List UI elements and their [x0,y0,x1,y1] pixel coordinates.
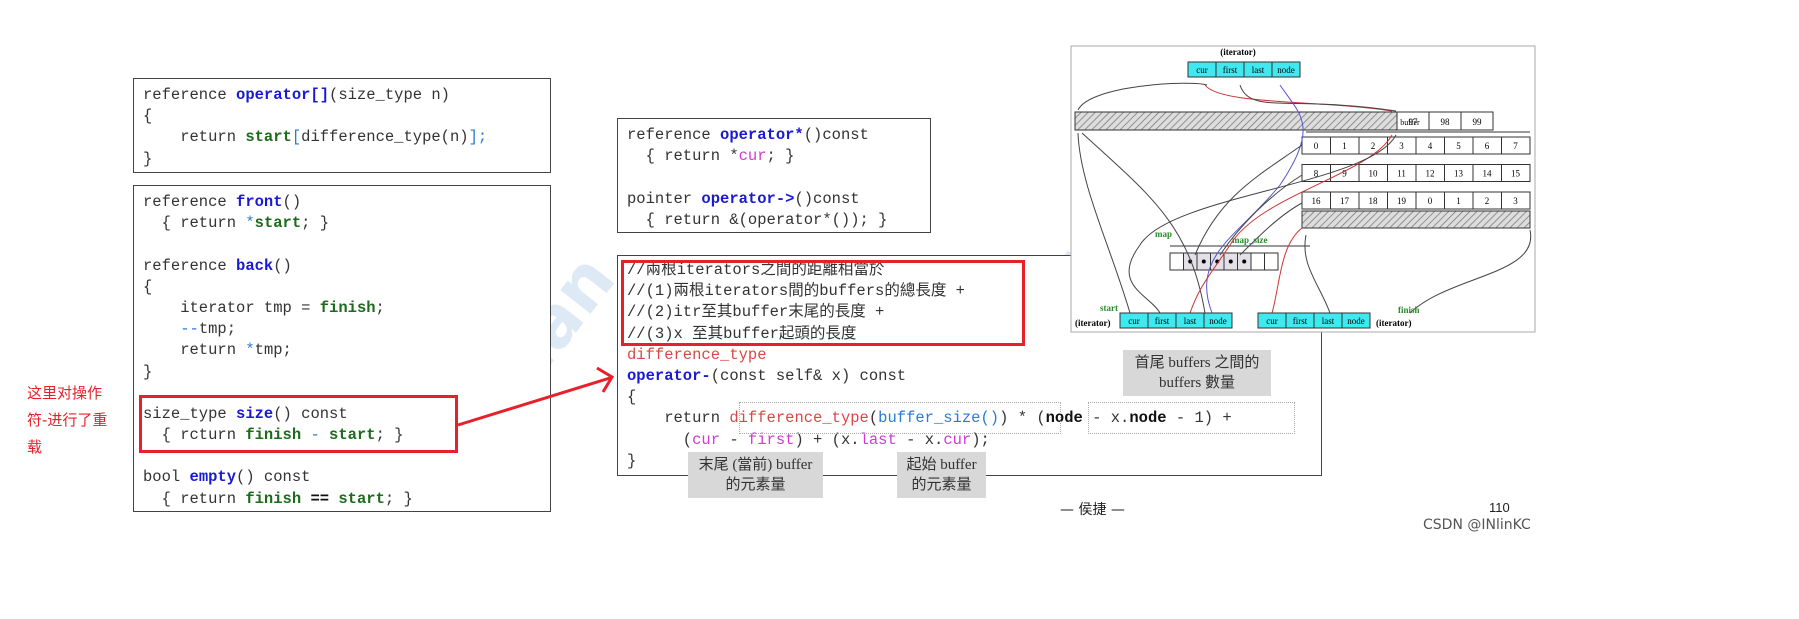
iterator-field-node: node [1347,316,1365,326]
page-number: 110 [1489,500,1510,515]
iterator-label: (iterator) [1220,47,1255,57]
callout-line: buffers 數量 [1159,375,1235,391]
iterator-field-first: first [1293,316,1308,326]
start-label: start [1100,303,1118,313]
buffer-label: buffer [1400,118,1420,127]
buffer-value: 99 [1473,117,1483,127]
buffer-value: 6 [1485,141,1490,151]
map-cell [1250,252,1265,271]
callout-line: 的元素量 [911,477,972,493]
start-iterator-fields: cur first last node [1119,312,1233,329]
deque-diagram: (iterator) cur first last node 97 98 99 buffe… [1070,45,1536,333]
buffer-value: 2 [1485,196,1490,206]
map-cell [1264,252,1279,271]
buffer-value: 2 [1371,141,1376,151]
map-cell [1169,252,1184,271]
buffer-value: 0 [1428,196,1433,206]
buffer-value: 17 [1340,196,1350,206]
iterator-field-last: last [1322,316,1335,326]
callout-line: 的元素量 [725,477,786,493]
map-size-label: map_size [1232,235,1268,245]
top-buffer-used [1074,111,1398,131]
iterator-field-cur: cur [1128,316,1140,326]
map-pointer-dot [1242,259,1247,264]
callout-line: 起始 buffer [906,457,977,473]
buffer-rows: 0 1 2 3 4 5 6 78 9 10 11 12 13 14 1516 17 18 19 0 1 2 3 [1301,136,1531,210]
buffer-value: 7 [1513,141,1518,151]
buffer-value: 11 [1397,169,1406,179]
map-label: map [1155,229,1172,239]
diagram-frame [1070,45,1536,333]
callout-line: 末尾 (當前) buffer [698,457,813,473]
finish-label: finish [1398,305,1420,315]
buffer-value: 4 [1428,141,1433,151]
csdn-credit: CSDN @INlinKC [1423,517,1531,533]
iterator-field-first: first [1223,65,1238,75]
iterator-field-cur: cur [1266,316,1278,326]
iterator-field-last: last [1252,65,1265,75]
buffer-value: 98 [1441,117,1451,127]
buffer-value: 13 [1454,169,1464,179]
buffer-value: 10 [1369,169,1379,179]
buffer-value: 12 [1426,169,1435,179]
callout-tail-buffer: 末尾 (當前) buffer 的元素量 [688,452,823,498]
buffer-value: 19 [1397,196,1407,206]
buffer-value: 18 [1369,196,1379,206]
iterator-field-node: node [1277,65,1295,75]
buffer-value: 1 [1342,141,1347,151]
buffer-value: 14 [1483,169,1493,179]
finish-iterator-label: (iterator) [1376,318,1411,328]
iterator-field-first: first [1155,316,1170,326]
iterator-field-node: node [1209,316,1227,326]
callout-head-buffer: 起始 buffer 的元素量 [897,452,986,498]
buffer-value: 1 [1456,196,1461,206]
finish-iterator-fields: cur first last node [1257,312,1371,329]
bottom-buffer-hatched [1301,210,1531,229]
callout-between-buffers: 首尾 buffers 之間的 buffers 數量 [1123,350,1271,396]
start-iterator-label: (iterator) [1075,318,1110,328]
iterator-field-cur: cur [1196,65,1208,75]
buffer-value: 0 [1314,141,1319,151]
iterator-fields: cur first last node [1187,61,1301,78]
buffer-value: 3 [1399,141,1404,151]
map-pointer-dot [1228,259,1233,264]
map-pointer-dot [1201,259,1206,264]
iterator-field-last: last [1184,316,1197,326]
map-cells [1169,252,1279,271]
buffer-value: 5 [1456,141,1461,151]
buffer-value: 15 [1511,169,1521,179]
buffer-value: 16 [1312,196,1322,206]
buffer-value: 3 [1513,196,1518,206]
callout-line: 首尾 buffers 之間的 [1134,355,1260,371]
author-footer: — 侯捷 — [1060,502,1125,518]
